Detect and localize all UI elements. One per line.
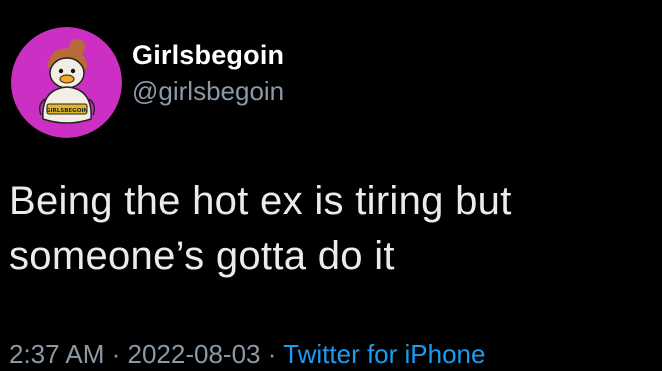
- author-display-name[interactable]: Girlsbegoin: [132, 38, 284, 72]
- tweet-source-link[interactable]: Twitter for iPhone: [283, 339, 485, 369]
- tweet-card: GIRLSBEGOIN Girlsbegoin @girlsbegoin Bei…: [0, 0, 662, 369]
- meta-separator: ·: [260, 339, 284, 369]
- tweet-metadata: 2:37 AM · 2022-08-03 · Twitter for iPhon…: [9, 337, 485, 371]
- author-avatar[interactable]: GIRLSBEGOIN: [11, 27, 122, 138]
- tweet-text: Being the hot ex is tiring but someone’s…: [9, 179, 512, 278]
- author-handle[interactable]: @girlsbegoin: [132, 74, 284, 108]
- tweet-time[interactable]: 2:37 AM: [9, 339, 104, 369]
- duck-avatar-icon: GIRLSBEGOIN: [11, 27, 122, 138]
- avatar-badge-text: GIRLSBEGOIN: [46, 108, 88, 114]
- tweet-date[interactable]: 2022-08-03: [128, 339, 261, 369]
- author-info: Girlsbegoin @girlsbegoin: [132, 38, 284, 108]
- meta-separator: ·: [104, 339, 128, 369]
